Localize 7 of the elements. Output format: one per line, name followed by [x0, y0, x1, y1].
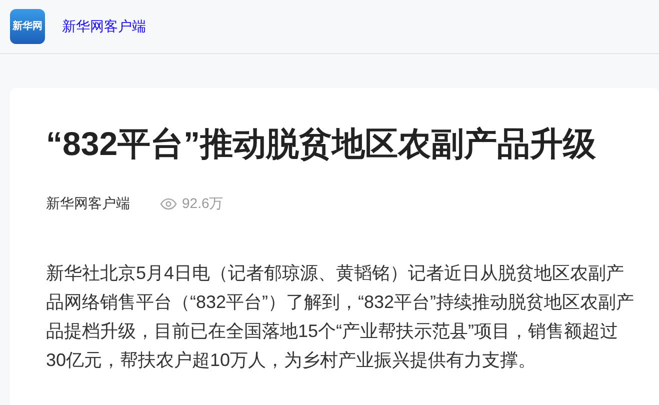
article-source: 新华网客户端 — [46, 194, 130, 213]
site-name[interactable]: 新华网客户端 — [62, 16, 146, 37]
view-count: 92.6万 — [182, 194, 224, 213]
article-body: 新华社北京5月4日电（记者郁琼源、黄韬铭）记者近日从脱贫地区农副产品网络销售平台（“832平台”）了解到，“832平台”持续推动脱贫地区农副产品提档升级，目前已在全国落地15个“产业帮扶示范县”项目，销售额超过30亿元，帮扶农户超10万人，为乡村产业振兴提供有力支撑。 — [46, 262, 636, 372]
logo-text: 新华网 — [12, 22, 42, 32]
eye-icon — [160, 198, 177, 210]
article-title: “832平台”推动脱贫地区农副产品升级 — [46, 124, 598, 164]
